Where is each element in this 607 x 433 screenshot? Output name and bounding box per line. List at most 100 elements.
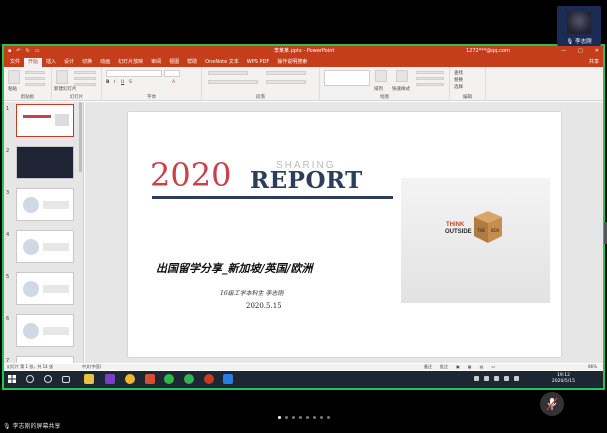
- powerpoint-icon[interactable]: [204, 374, 214, 384]
- cut-icon[interactable]: [25, 71, 45, 74]
- group-label: 绘图: [380, 95, 389, 100]
- chrome-icon[interactable]: [125, 374, 135, 384]
- font-color-icon[interactable]: A: [172, 80, 175, 85]
- ime-icon[interactable]: [514, 376, 519, 381]
- font-size-select[interactable]: [164, 70, 180, 77]
- tab-11[interactable]: WPS PDF: [243, 58, 273, 67]
- tab-6[interactable]: 幻灯片放映: [114, 58, 147, 67]
- shape-fill-icon[interactable]: [416, 71, 444, 74]
- slide-thumbnail[interactable]: 2: [4, 146, 83, 184]
- reading-view-icon[interactable]: ▤: [480, 364, 484, 370]
- format-painter-icon[interactable]: [25, 83, 45, 86]
- shape-effects-icon[interactable]: [416, 83, 444, 86]
- slide-thumbnail[interactable]: 7: [4, 356, 83, 363]
- app-red-icon[interactable]: [145, 374, 155, 384]
- page-dot[interactable]: [278, 416, 281, 419]
- replace-button[interactable]: 替换: [454, 77, 463, 83]
- arrange-icon[interactable]: [375, 70, 387, 82]
- tab-3[interactable]: 设计: [60, 58, 78, 67]
- app-green-icon[interactable]: [184, 374, 194, 384]
- tab-9[interactable]: 帮助: [183, 58, 201, 67]
- account-email[interactable]: 1272***@qq.com: [466, 46, 510, 57]
- thumbnail-preview: [16, 146, 74, 179]
- network-icon[interactable]: [494, 376, 499, 381]
- tab-4[interactable]: 切换: [78, 58, 96, 67]
- bold-icon[interactable]: B: [106, 80, 109, 85]
- tab-8[interactable]: 视图: [165, 58, 183, 67]
- page-dot[interactable]: [313, 416, 316, 419]
- tab-10[interactable]: OneNote 文本: [201, 58, 243, 67]
- list-icons[interactable]: [208, 71, 248, 75]
- quick-style-button[interactable]: 快速样式: [392, 86, 410, 92]
- new-slide-icon[interactable]: [56, 70, 68, 84]
- mute-button[interactable]: [540, 392, 564, 416]
- language-indicator[interactable]: 中文(中国): [82, 364, 101, 370]
- tab-2[interactable]: 插入: [42, 58, 60, 67]
- shape-outline-icon[interactable]: [416, 77, 444, 80]
- slide-thumbnail[interactable]: 4: [4, 230, 83, 268]
- windows-start-icon[interactable]: [8, 375, 16, 383]
- slide-thumbnail[interactable]: 1: [4, 104, 83, 142]
- find-button[interactable]: 查找: [454, 70, 463, 76]
- minimize-icon[interactable]: —: [561, 46, 566, 57]
- sorter-view-icon[interactable]: ▦: [468, 364, 472, 370]
- paste-button[interactable]: 粘贴: [8, 86, 17, 92]
- zoom-level[interactable]: 86%: [588, 364, 597, 370]
- arrange-button[interactable]: 排列: [374, 86, 383, 92]
- app-purple-icon[interactable]: [105, 374, 115, 384]
- share-button[interactable]: 共享: [589, 58, 599, 65]
- tray-icon[interactable]: [474, 376, 479, 381]
- page-dot[interactable]: [285, 416, 288, 419]
- tab-7[interactable]: 审阅: [147, 58, 165, 67]
- tab-0[interactable]: 文件: [6, 58, 24, 67]
- volume-icon[interactable]: [504, 376, 509, 381]
- reset-icon[interactable]: [74, 77, 96, 80]
- save-icon[interactable]: ▪: [8, 46, 11, 57]
- align-icons[interactable]: [208, 80, 258, 84]
- slide-canvas[interactable]: 2020 SHARING REPORT 出国留学分享_新加坡/英国/欧洲 16级…: [128, 112, 561, 357]
- search-icon[interactable]: [26, 375, 34, 383]
- notes-button[interactable]: 备注: [424, 364, 432, 370]
- italic-icon[interactable]: I: [114, 80, 115, 85]
- redo-icon[interactable]: ↻: [26, 46, 30, 57]
- select-button[interactable]: 选择: [454, 84, 463, 90]
- close-icon[interactable]: ✕: [595, 46, 599, 57]
- tab-5[interactable]: 动画: [96, 58, 114, 67]
- section-icon[interactable]: [74, 83, 96, 86]
- slideshow-icon[interactable]: ▭: [491, 364, 495, 370]
- comments-button[interactable]: 批注: [440, 364, 448, 370]
- new-slide-button[interactable]: 新建幻灯片: [54, 86, 77, 92]
- wechat-icon[interactable]: [164, 374, 174, 384]
- page-dot[interactable]: [292, 416, 295, 419]
- paste-icon[interactable]: [8, 70, 20, 84]
- page-dot[interactable]: [327, 416, 330, 419]
- page-dot[interactable]: [320, 416, 323, 419]
- page-dot[interactable]: [299, 416, 302, 419]
- tray-icon[interactable]: [484, 376, 489, 381]
- task-view-icon[interactable]: [62, 376, 70, 383]
- participant-tile[interactable]: 🎙︎ 李志刚: [557, 6, 601, 46]
- cortana-icon[interactable]: [44, 375, 52, 383]
- quick-style-icon[interactable]: [396, 70, 408, 82]
- slide-thumbnail[interactable]: 3: [4, 188, 83, 226]
- page-dot[interactable]: [306, 416, 309, 419]
- slide-thumbnail[interactable]: 5: [4, 272, 83, 310]
- undo-icon[interactable]: ↶: [16, 46, 20, 57]
- font-name-select[interactable]: [106, 70, 162, 77]
- tab-12[interactable]: 操作说明搜索: [273, 58, 311, 67]
- normal-view-icon[interactable]: ▣: [456, 364, 460, 370]
- slide-thumbnail[interactable]: 6: [4, 314, 83, 352]
- shapes-gallery[interactable]: [324, 70, 370, 86]
- maximize-icon[interactable]: □: [578, 46, 583, 57]
- file-explorer-icon[interactable]: [84, 374, 94, 384]
- copy-icon[interactable]: [25, 77, 45, 80]
- text-direction-icon[interactable]: [266, 71, 306, 75]
- taskbar-clock[interactable]: 19:12 2020/5/15: [552, 373, 575, 385]
- strikethrough-icon[interactable]: S: [129, 80, 132, 85]
- smartart-icon[interactable]: [266, 80, 306, 84]
- layout-icon[interactable]: [74, 71, 96, 74]
- underline-icon[interactable]: U: [121, 80, 124, 85]
- present-icon[interactable]: ▭: [35, 46, 40, 57]
- tab-1[interactable]: 开始: [24, 58, 43, 67]
- meeting-app-icon[interactable]: [223, 374, 233, 384]
